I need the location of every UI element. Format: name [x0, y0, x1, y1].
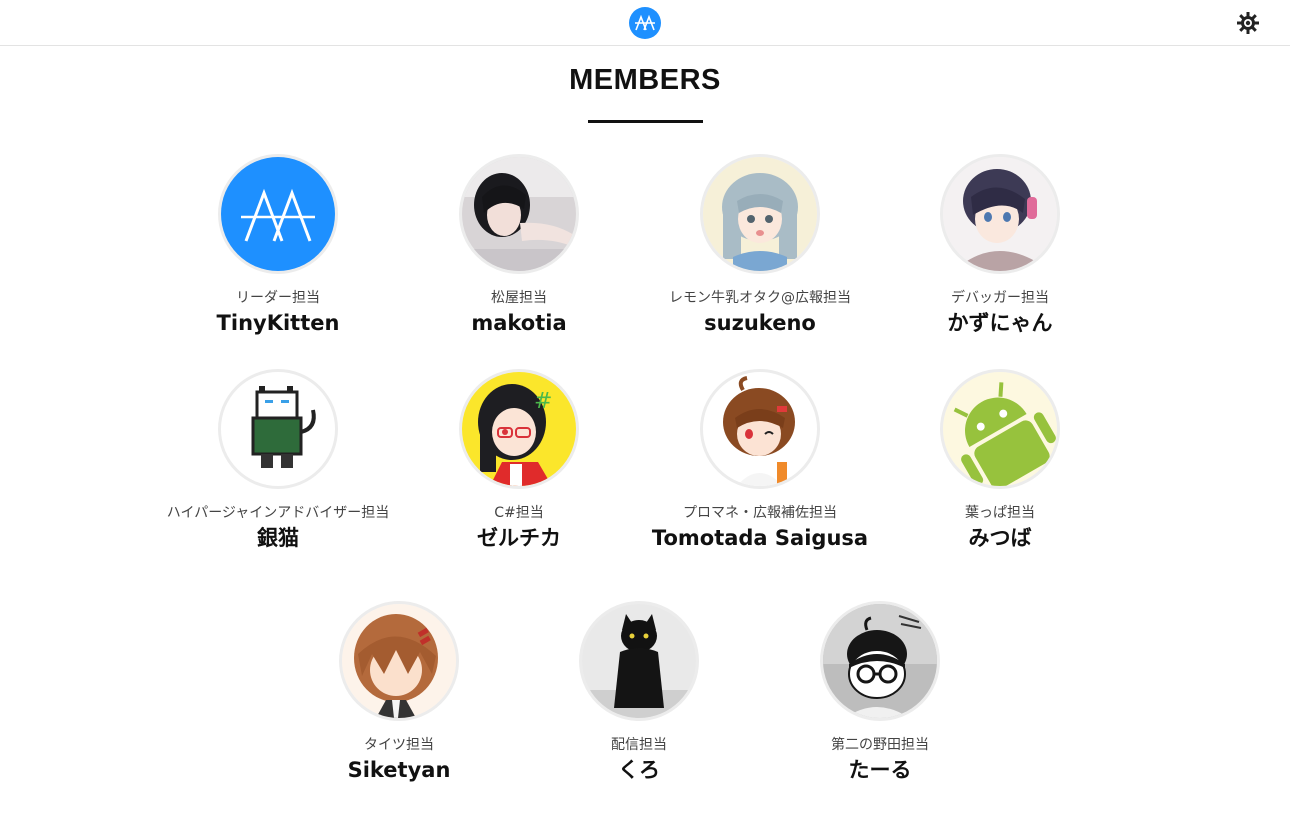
member-avatar[interactable]: #	[459, 369, 579, 489]
glasses-character-avatar	[823, 604, 937, 718]
illustration-avatar	[943, 157, 1057, 271]
member-name[interactable]: TinyKitten	[148, 310, 408, 336]
svg-text:#: #	[534, 389, 552, 414]
member-role: C#担当	[494, 505, 544, 521]
member-name[interactable]: Siketyan	[269, 757, 529, 783]
member-role: タイツ担当	[364, 737, 434, 753]
member-avatar[interactable]	[700, 369, 820, 489]
member-role: リーダー担当	[236, 290, 320, 306]
member-card[interactable]: レモン牛乳オタク@広報担当 suzukeno	[630, 154, 890, 336]
member-name[interactable]: かずにゃん	[870, 310, 1130, 336]
member-card[interactable]: タイツ担当 Siketyan	[269, 601, 529, 783]
aa-logo-icon[interactable]	[629, 7, 661, 39]
member-avatar[interactable]	[940, 369, 1060, 489]
member-avatar[interactable]	[218, 369, 338, 489]
illustration-avatar: #	[462, 372, 576, 486]
member-role: 配信担当	[611, 737, 667, 753]
member-role: ハイパージャインアドバイザー担当	[166, 505, 390, 521]
member-avatar[interactable]	[218, 154, 338, 274]
title-underline	[588, 120, 703, 123]
illustration-avatar	[703, 157, 817, 271]
black-cat-photo-avatar	[582, 604, 696, 718]
gear-icon[interactable]	[1236, 11, 1260, 35]
member-name[interactable]: みつば	[870, 525, 1130, 551]
member-card[interactable]: リーダー担当 TinyKitten	[148, 154, 408, 336]
member-avatar[interactable]	[700, 154, 820, 274]
member-name[interactable]: 銀猫	[148, 525, 408, 551]
member-role: プロマネ・広報補佐担当	[683, 505, 837, 521]
member-role: レモン牛乳オタク@広報担当	[669, 290, 851, 306]
member-card[interactable]: 配信担当 くろ	[509, 601, 769, 783]
page-title: MEMBERS	[569, 64, 721, 96]
member-avatar[interactable]	[940, 154, 1060, 274]
member-name[interactable]: たーる	[750, 757, 1010, 783]
member-card[interactable]: プロマネ・広報補佐担当 Tomotada Saigusa	[630, 369, 890, 551]
member-name[interactable]: Tomotada Saigusa	[630, 525, 890, 551]
member-avatar[interactable]	[339, 601, 459, 721]
member-name[interactable]: ゼルチカ	[389, 525, 649, 551]
member-role: デバッガー担当	[951, 290, 1049, 306]
member-card[interactable]: 葉っぱ担当 みつば	[870, 369, 1130, 551]
member-role: 第二の野田担当	[831, 737, 929, 753]
member-card[interactable]: 松屋担当 makotia	[389, 154, 649, 336]
member-avatar[interactable]	[820, 601, 940, 721]
member-card[interactable]: 第二の野田担当 たーる	[750, 601, 1010, 783]
member-role: 葉っぱ担当	[965, 505, 1035, 521]
member-card[interactable]: デバッガー担当 かずにゃん	[870, 154, 1130, 336]
pixel-cat-avatar	[221, 372, 335, 486]
illustration-avatar	[342, 604, 456, 718]
member-card[interactable]: ハイパージャインアドバイザー担当 銀猫	[148, 369, 408, 551]
member-avatar[interactable]	[579, 601, 699, 721]
illustration-avatar	[703, 372, 817, 486]
top-navigation-bar	[0, 0, 1290, 46]
member-name[interactable]: suzukeno	[630, 310, 890, 336]
member-card[interactable]: # C#担当 ゼルチカ	[389, 369, 649, 551]
member-name[interactable]: makotia	[389, 310, 649, 336]
member-name[interactable]: くろ	[509, 757, 769, 783]
member-avatar[interactable]	[459, 154, 579, 274]
member-role: 松屋担当	[491, 290, 547, 306]
android-avatar	[943, 372, 1057, 486]
aa-logo-icon	[221, 157, 335, 271]
photo-avatar	[462, 157, 576, 271]
